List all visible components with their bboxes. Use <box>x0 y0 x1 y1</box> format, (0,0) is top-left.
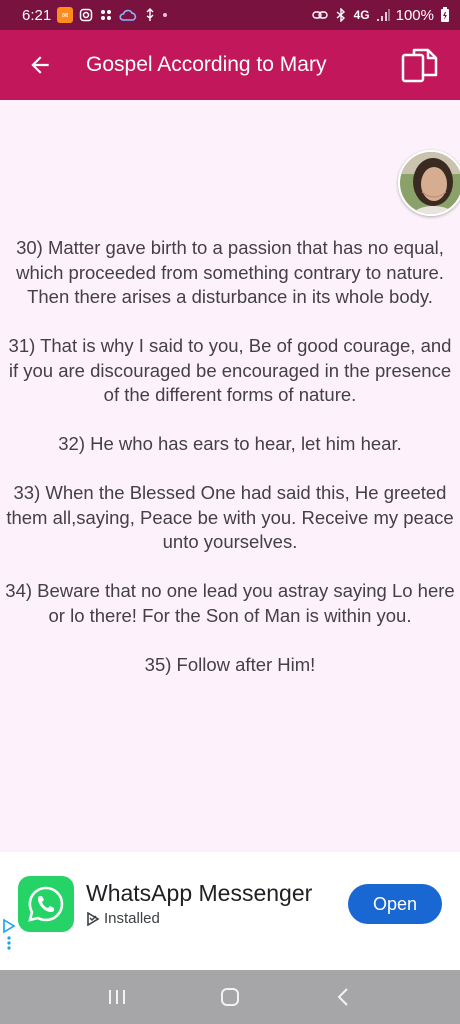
status-time: 6:21 <box>22 6 52 24</box>
verse-paragraph: 34) Beware that no one lead you astray s… <box>5 580 455 626</box>
app-notification-icon: ✉ <box>57 7 74 23</box>
verse-paragraph: 32) He who has ears to hear, let him hea… <box>58 433 402 454</box>
back-button[interactable] <box>10 30 70 100</box>
adchoices-icon[interactable] <box>2 918 16 950</box>
verse-paragraph: 35) Follow after Him! <box>144 653 316 675</box>
recents-icon <box>108 990 125 1004</box>
verse-paragraph: 31) That is why I said to you, Be of goo… <box>8 335 452 405</box>
copy-icon <box>401 48 438 83</box>
usb-icon <box>146 8 154 21</box>
dots-grid-icon <box>101 10 112 20</box>
home-icon <box>220 988 239 1006</box>
cloud-icon <box>119 9 137 21</box>
avatar-photo-icon <box>400 152 460 214</box>
ad-install-status: Installed <box>86 910 160 927</box>
floating-avatar[interactable] <box>398 150 460 216</box>
signal-icon <box>376 9 390 21</box>
whatsapp-logo-icon[interactable] <box>18 876 74 932</box>
play-store-icon <box>87 911 100 926</box>
bluetooth-icon <box>336 8 345 22</box>
scripture-content[interactable]: 30) Matter gave birth to a passion that … <box>0 100 460 852</box>
ad-app-name[interactable]: WhatsApp Messenger <box>86 880 312 907</box>
arrow-left-icon <box>31 56 49 74</box>
installed-label: Installed <box>104 910 160 927</box>
back-icon <box>337 988 349 1006</box>
status-bar: 6:21 ✉ 4G 100% <box>0 0 460 30</box>
ad-banner[interactable]: WhatsApp Messenger Installed Open <box>0 852 460 970</box>
network-type: 4G <box>353 8 370 22</box>
more-notifications-dot <box>163 13 168 17</box>
recents-button[interactable] <box>97 977 137 1017</box>
copy-button[interactable] <box>390 30 450 100</box>
link-icon <box>311 11 328 19</box>
verse-paragraph: 33) When the Blessed One had said this, … <box>6 482 454 552</box>
whatsapp-phone-icon <box>28 886 64 922</box>
app-bar: Gospel According to Mary <box>0 30 460 100</box>
instagram-icon <box>79 8 93 22</box>
system-nav-bar <box>0 970 460 1024</box>
page-title: Gospel According to Mary <box>86 53 327 76</box>
open-button[interactable]: Open <box>348 884 442 924</box>
verse-text: 30) Matter gave birth to a passion that … <box>0 236 460 702</box>
home-button[interactable] <box>210 977 250 1017</box>
verse-paragraph: 30) Matter gave birth to a passion that … <box>16 237 444 307</box>
nav-back-button[interactable] <box>323 977 363 1017</box>
battery-percent: 100% <box>395 6 434 24</box>
battery-icon <box>441 7 449 22</box>
